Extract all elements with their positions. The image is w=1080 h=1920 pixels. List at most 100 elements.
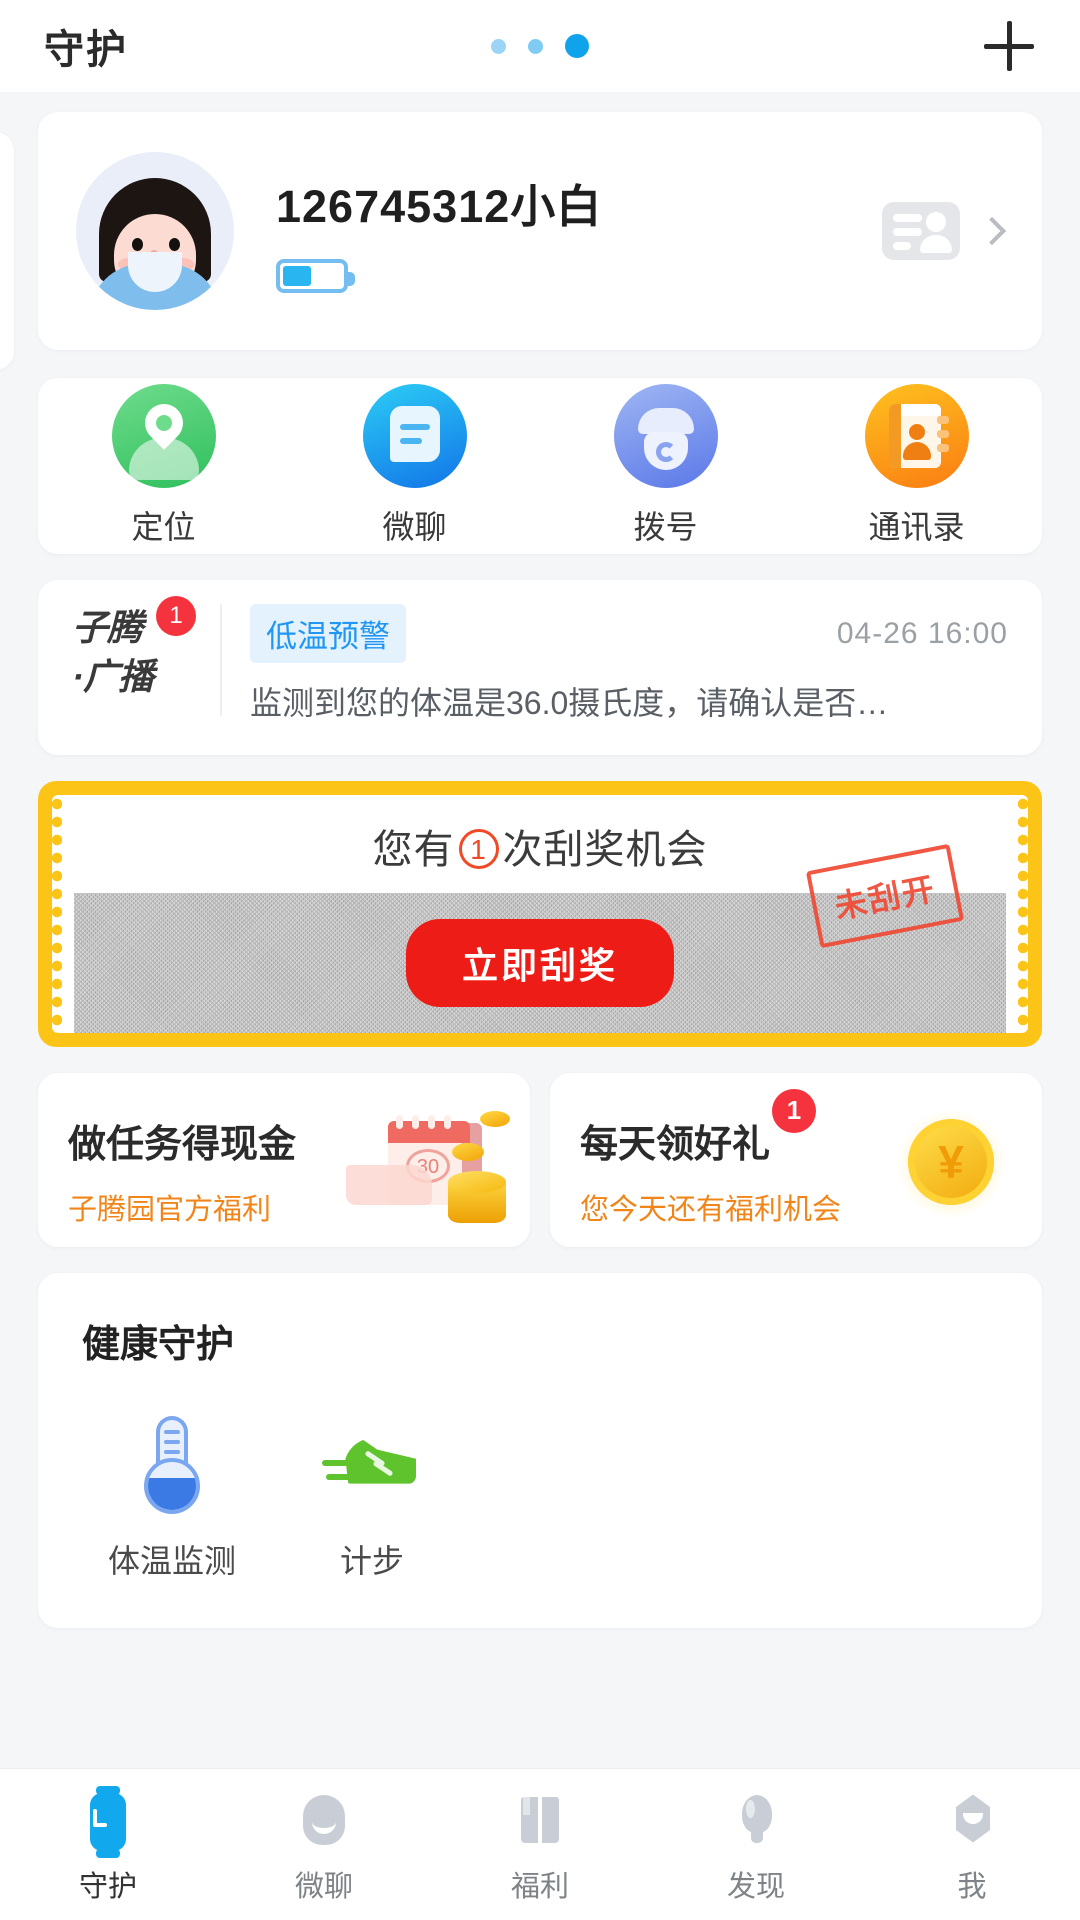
broadcast-tag: 低温预警 bbox=[250, 604, 406, 663]
id-card-line bbox=[893, 228, 922, 236]
broadcast-badge: 1 bbox=[156, 596, 196, 636]
chat-line bbox=[399, 424, 430, 430]
avatar-eye-right bbox=[169, 238, 180, 251]
tab-guard[interactable]: 守护 bbox=[0, 1785, 216, 1905]
gold-coin-art: ¥ bbox=[886, 1101, 1016, 1231]
person-icon bbox=[941, 1791, 1003, 1853]
tab-label: 福利 bbox=[510, 1870, 569, 1903]
broadcast-logo-line2: ·广播 bbox=[72, 655, 154, 697]
phone-rotary-dial bbox=[655, 442, 676, 462]
promo-row: 做任务得现金 子腾园官方福利 30 每天领好礼 1 您今天还有福利机会 ¥ bbox=[38, 1072, 1042, 1247]
calendar-ring bbox=[396, 1114, 403, 1129]
promo-card-gift[interactable]: 每天领好礼 1 您今天还有福利机会 ¥ bbox=[550, 1072, 1042, 1247]
lightbulb-base bbox=[751, 1830, 763, 1843]
lightbulb-highlight bbox=[746, 1799, 755, 1818]
thermometer-tick bbox=[164, 1439, 180, 1444]
chat-icon-shape bbox=[303, 1794, 345, 1845]
health-section-title: 健康守护 bbox=[82, 1323, 235, 1366]
id-card-line bbox=[893, 242, 911, 250]
chat-bubble-icon bbox=[362, 384, 467, 488]
quick-action-label: 微聊 bbox=[382, 509, 447, 545]
quick-actions-card: 定位 微聊 拨号 通讯录 bbox=[38, 378, 1042, 554]
quick-action-dial[interactable]: 拨号 bbox=[540, 384, 791, 548]
carousel-peek-card[interactable] bbox=[0, 132, 14, 370]
tab-welfare[interactable]: 福利 bbox=[432, 1791, 648, 1905]
book-icon bbox=[509, 1791, 571, 1853]
quick-action-location[interactable]: 定位 bbox=[38, 384, 289, 548]
coin-small bbox=[452, 1142, 484, 1161]
user-card[interactable]: 126745312小白 bbox=[38, 112, 1042, 350]
pager-dot-2[interactable] bbox=[528, 38, 543, 54]
scratch-surface[interactable]: 立即刮奖 未刮开 bbox=[74, 843, 1006, 1033]
broadcast-message: 监测到您的体温是36.0摄氏度，请确认是否… bbox=[250, 685, 889, 721]
quick-action-label: 拨号 bbox=[633, 509, 698, 545]
quick-action-label: 通讯录 bbox=[868, 509, 965, 545]
telephone-icon bbox=[613, 384, 718, 488]
thermometer-tick bbox=[164, 1429, 180, 1434]
promo-badge: 1 bbox=[772, 1088, 817, 1133]
watch-hand-hour bbox=[93, 1822, 107, 1827]
battery-fill bbox=[283, 265, 311, 286]
user-info: 126745312小白 bbox=[276, 170, 882, 293]
avatar-eye-left bbox=[132, 238, 143, 251]
carousel-pager[interactable] bbox=[491, 34, 589, 58]
pager-dot-1[interactable] bbox=[491, 38, 506, 54]
health-items: 体温监测 计步 bbox=[82, 1414, 1042, 1582]
book-top-edge bbox=[894, 404, 941, 416]
bottom-tabbar: 守护 微聊 福利 发现 我 bbox=[0, 1768, 1080, 1920]
avatar bbox=[76, 152, 234, 310]
tab-me[interactable]: 我 bbox=[864, 1791, 1080, 1905]
id-card-person-head bbox=[926, 212, 946, 232]
health-item-steps[interactable]: 计步 bbox=[272, 1414, 472, 1582]
pager-dot-3-active[interactable] bbox=[565, 34, 589, 58]
id-card-icon[interactable] bbox=[882, 202, 960, 260]
coin-small bbox=[480, 1110, 510, 1127]
lightbulb-icon bbox=[725, 1791, 787, 1853]
broadcast-card[interactable]: 子腾 ·广播 1 低温预警 04-26 16:00 监测到您的体温是36.0摄氏… bbox=[38, 580, 1042, 755]
health-card: 健康守护 体温监测 计步 bbox=[38, 1272, 1042, 1628]
id-card-line bbox=[893, 214, 922, 222]
book-tab bbox=[936, 430, 949, 438]
broadcast-time: 04-26 16:00 bbox=[836, 616, 1008, 650]
health-item-label: 计步 bbox=[339, 1542, 404, 1579]
promo-card-tasks[interactable]: 做任务得现金 子腾园官方福利 30 bbox=[38, 1072, 530, 1247]
thermometer-bulb bbox=[144, 1457, 200, 1514]
chat-bubble-shape bbox=[389, 406, 440, 462]
health-item-label: 体温监测 bbox=[107, 1542, 236, 1579]
tab-chat[interactable]: 微聊 bbox=[216, 1791, 432, 1905]
book-tab bbox=[936, 416, 949, 424]
book-right-page bbox=[542, 1796, 559, 1843]
chat-icon bbox=[293, 1791, 355, 1853]
quick-action-contacts[interactable]: 通讯录 bbox=[791, 384, 1042, 548]
broadcast-body: 低温预警 04-26 16:00 监测到您的体温是36.0摄氏度，请确认是否… bbox=[250, 604, 1008, 725]
add-device-button[interactable] bbox=[984, 21, 1034, 71]
phone-handset bbox=[637, 408, 694, 434]
promo-title-text: 每天领好礼 bbox=[580, 1123, 771, 1166]
thermometer-mercury bbox=[148, 1477, 196, 1510]
location-pin-icon bbox=[111, 384, 216, 488]
contacts-book-icon bbox=[864, 384, 969, 488]
calendar-coins-art: 30 bbox=[332, 1109, 512, 1229]
tab-discover[interactable]: 发现 bbox=[648, 1791, 864, 1905]
book-tab bbox=[936, 444, 949, 452]
ticket-count: 1 bbox=[458, 828, 499, 869]
tab-label: 微聊 bbox=[294, 1870, 353, 1903]
chevron-right-icon[interactable] bbox=[977, 216, 1007, 246]
quick-action-chat[interactable]: 微聊 bbox=[289, 384, 540, 548]
promo-title: 每天领好礼 1 bbox=[580, 1088, 817, 1168]
battery-icon bbox=[276, 258, 355, 293]
watch-icon bbox=[77, 1785, 139, 1858]
health-item-temperature[interactable]: 体温监测 bbox=[72, 1414, 272, 1582]
calendar-ring bbox=[428, 1114, 435, 1129]
gold-coin: ¥ bbox=[908, 1118, 994, 1205]
scratch-ticket-card[interactable]: 您有 1 次刮奖机会 立即刮奖 未刮开 bbox=[38, 780, 1042, 1047]
book-bookmark bbox=[523, 1796, 530, 1815]
book-person-body bbox=[902, 442, 931, 460]
speed-line bbox=[322, 1459, 348, 1466]
yen-symbol: ¥ bbox=[938, 1135, 964, 1188]
page-content: 126745312小白 定位 微聊 拨号 通讯录 子腾 ·广播 1 低温预警 0… bbox=[0, 112, 1080, 1628]
page-title: 守护 bbox=[44, 28, 128, 72]
scratch-now-button[interactable]: 立即刮奖 bbox=[405, 918, 675, 1007]
thermometer-tick bbox=[164, 1449, 180, 1454]
thermometer-icon bbox=[122, 1414, 222, 1514]
